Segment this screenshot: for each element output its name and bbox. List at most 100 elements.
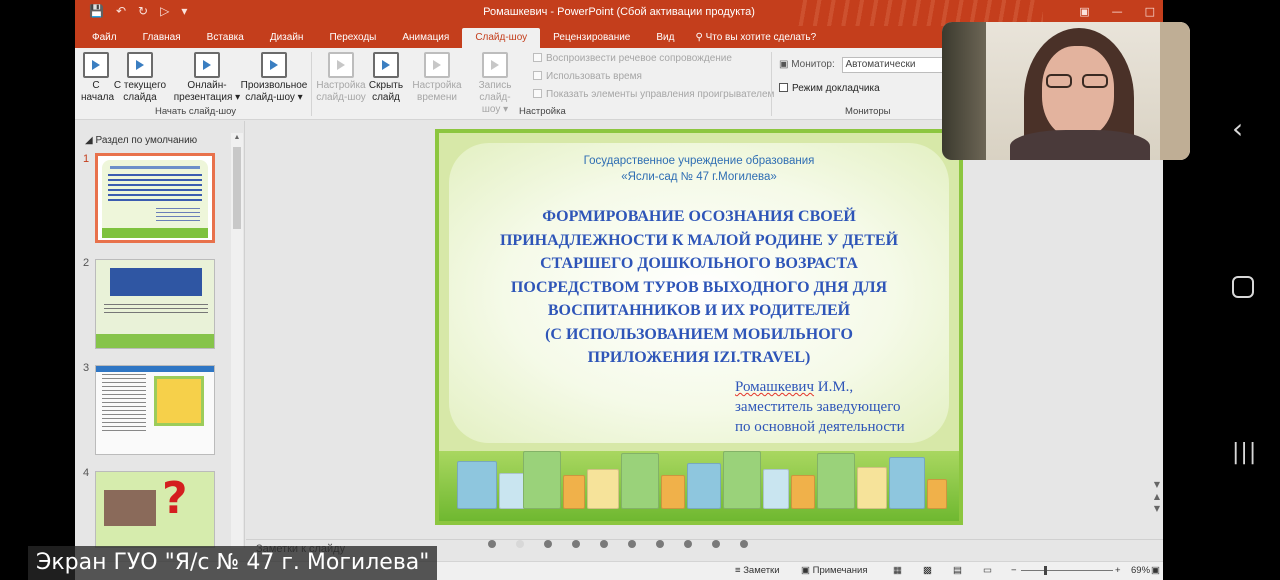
building: [587, 469, 619, 509]
tab-transitions[interactable]: Переходы: [316, 28, 389, 48]
notes-toggle-label: Заметки: [743, 565, 780, 576]
slide-scroll-buttons: ▼ ▲ ▼: [1151, 479, 1163, 519]
page-dot[interactable]: [600, 540, 608, 548]
fit-to-window-icon[interactable]: ▣: [1151, 565, 1160, 576]
current-slide[interactable]: Государственное учреждение образования «…: [435, 129, 963, 525]
maximize-icon[interactable]: □: [1145, 5, 1155, 18]
play-narrations-checkbox[interactable]: Воспроизвести речевое сопровождение: [533, 53, 732, 64]
tell-me-search[interactable]: ⚲ Что вы хотите сделать?: [687, 28, 816, 48]
title-line: ФОРМИРОВАНИЕ ОСОЗНАНИЯ СВОЕЙ: [542, 208, 856, 225]
notes-toggle-button[interactable]: ≡ Заметки: [735, 565, 780, 576]
tab-insert[interactable]: Вставка: [194, 28, 257, 48]
home-icon[interactable]: [1232, 276, 1254, 298]
thumb-text-line: [110, 166, 200, 169]
slide-sorter-icon[interactable]: ▩: [923, 565, 932, 576]
zoom-out-icon[interactable]: −: [1011, 565, 1017, 576]
scrollbar-thumb[interactable]: [233, 147, 241, 229]
zoom-slider-track[interactable]: [1021, 570, 1113, 571]
slide-title: ФОРМИРОВАНИЕ ОСОЗНАНИЯ СВОЕЙ ПРИНАДЛЕЖНО…: [439, 205, 959, 370]
button-label-dropdown: презентация ▾: [173, 92, 241, 103]
window-title: Ромашкевич - PowerPoint (Сбой активации …: [483, 6, 755, 18]
tab-design[interactable]: Дизайн: [257, 28, 317, 48]
reading-view-icon[interactable]: ▤: [953, 565, 962, 576]
button-label: Настройка: [316, 80, 366, 91]
recent-apps-icon[interactable]: |||: [1232, 440, 1257, 465]
page-dot[interactable]: [572, 540, 580, 548]
present-online-button[interactable]: Онлайн- презентация ▾: [173, 52, 241, 104]
page-dot[interactable]: [712, 540, 720, 548]
record-slideshow-button[interactable]: Запись слайд- шоу ▾: [463, 52, 527, 116]
page-dot[interactable]: [488, 540, 496, 548]
monitor-selector: ▣ Монитор: Автоматически: [779, 57, 946, 73]
slide-thumbnail-3[interactable]: [95, 365, 215, 455]
tab-review[interactable]: Рецензирование: [540, 28, 643, 48]
participant-video[interactable]: [942, 22, 1190, 160]
scroll-down-icon[interactable]: ▼: [1151, 479, 1163, 491]
button-label-dropdown: слайд-шоу ▾: [245, 92, 303, 103]
monitor-dropdown[interactable]: Автоматически: [841, 57, 946, 73]
author-block: Ромашкевич И.М., заместитель заведующего…: [735, 377, 905, 437]
slideshow-view-icon[interactable]: ▭: [983, 565, 992, 576]
tab-view[interactable]: Вид: [643, 28, 687, 48]
tab-file[interactable]: Файл: [79, 28, 130, 48]
scroll-up-icon[interactable]: ▲: [231, 133, 243, 143]
glasses-lens: [1046, 74, 1072, 88]
custom-slideshow-button[interactable]: Произвольное слайд-шоу ▾: [239, 52, 309, 104]
zoom-in-icon[interactable]: +: [1115, 565, 1121, 576]
button-label: слайда: [123, 92, 157, 103]
ribbon-display-icon[interactable]: ▣: [1079, 5, 1089, 18]
tab-home[interactable]: Главная: [130, 28, 194, 48]
presenter-view-checkbox[interactable]: Режим докладчика: [779, 83, 880, 94]
page-indicator-dots: [488, 540, 748, 548]
button-label: С текущего: [113, 80, 167, 91]
zoom-slider-thumb[interactable]: [1044, 566, 1047, 575]
page-dot[interactable]: [656, 540, 664, 548]
next-slide-icon[interactable]: ▼: [1151, 503, 1163, 515]
normal-view-icon[interactable]: ▦: [893, 565, 902, 576]
page-dot[interactable]: [544, 540, 552, 548]
page-dot[interactable]: [684, 540, 692, 548]
show-media-controls-checkbox[interactable]: Показать элементы управления проигрывате…: [533, 89, 774, 100]
group-label-setup: Настройка: [519, 106, 566, 117]
page-dot[interactable]: [740, 540, 748, 548]
slide-thumbnail-4[interactable]: ?: [95, 471, 215, 548]
slide-thumbnail-1[interactable]: [95, 153, 215, 243]
building: [661, 475, 685, 509]
title-line: ПРИНАДЛЕЖНОСТИ К МАЛОЙ РОДИНЕ У ДЕТЕЙ: [499, 231, 899, 249]
back-icon[interactable]: ‹: [1232, 112, 1243, 145]
checkbox-label: Показать элементы управления проигрывате…: [546, 89, 775, 100]
author-name-line: Ромашкевич И.М.,: [735, 377, 905, 397]
previous-slide-icon[interactable]: ▲: [1151, 491, 1163, 503]
hide-slide-button[interactable]: Скрыть слайд: [367, 52, 405, 104]
tab-animations[interactable]: Анимация: [389, 28, 462, 48]
section-header[interactable]: ◢ Раздел по умолчанию: [85, 135, 197, 146]
page-dot-current[interactable]: [516, 540, 524, 548]
comments-toggle-button[interactable]: ▣ Примечания: [801, 565, 867, 576]
use-timings-checkbox[interactable]: Использовать время: [533, 71, 642, 82]
setup-slideshow-button[interactable]: Настройка слайд-шоу: [315, 52, 367, 104]
building: [857, 467, 887, 509]
thumbnails-scrollbar[interactable]: ▲: [231, 133, 243, 548]
collapse-triangle-icon: ◢: [85, 135, 93, 146]
checkbox-box: [533, 71, 542, 80]
rehearse-timings-button[interactable]: Настройка времени: [411, 52, 463, 104]
tab-slideshow[interactable]: Слайд-шоу: [462, 28, 541, 48]
checkbox-box: [533, 89, 542, 98]
screen: 💾 ↶ ↻ ▷ ▾ Ромашкевич - PowerPoint (Сбой …: [0, 0, 1280, 580]
globe-icon: [194, 52, 220, 78]
zoom-level[interactable]: 69%: [1131, 565, 1150, 576]
from-current-slide-button[interactable]: С текущего слайда: [113, 52, 167, 104]
from-beginning-button[interactable]: С начала: [81, 52, 114, 104]
checkbox-label: Использовать время: [546, 71, 642, 82]
checkbox-label: Воспроизвести речевое сопровождение: [546, 53, 732, 64]
button-label: слайд-шоу: [316, 92, 366, 103]
page-dot[interactable]: [628, 540, 636, 548]
monitor-icon: ▣: [779, 59, 789, 70]
slide-thumbnail-2[interactable]: [95, 259, 215, 349]
thumb-number: 3: [83, 362, 90, 374]
minimize-icon[interactable]: —: [1112, 5, 1123, 18]
lightbulb-icon: ⚲: [695, 32, 703, 43]
building: [563, 475, 585, 509]
checkbox-box: [533, 53, 542, 62]
thumb-number: 2: [83, 257, 90, 269]
